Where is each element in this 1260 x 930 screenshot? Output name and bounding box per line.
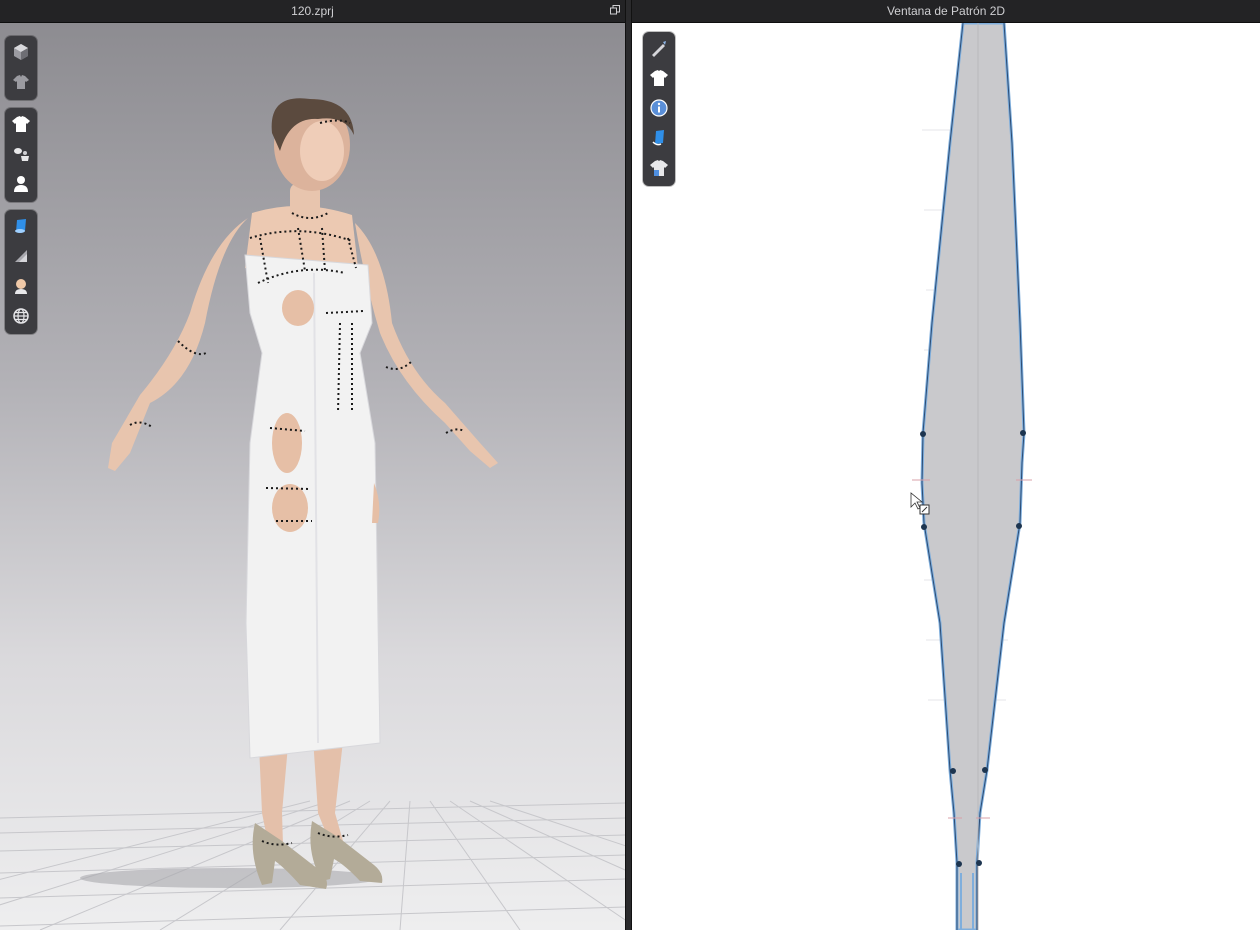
garment-display-icon[interactable]: [8, 69, 34, 95]
pane-splitter[interactable]: [625, 0, 632, 930]
pattern-canvas: [910, 23, 1032, 930]
cube-view-icon[interactable]: [8, 39, 34, 65]
2d-window-title: Ventana de Patrón 2D: [886, 4, 1006, 18]
info-icon[interactable]: [646, 95, 672, 121]
3d-window-title: 120.zprj: [291, 4, 334, 18]
skin-icon[interactable]: [8, 273, 34, 299]
3d-toolbar-render-group: [5, 210, 37, 334]
3d-viewport[interactable]: [0, 23, 625, 930]
pattern-piece: [920, 23, 1026, 930]
shirt-icon[interactable]: [8, 111, 34, 137]
2d-window-titlebar: Ventana de Patrón 2D: [632, 0, 1260, 23]
shirt-icon[interactable]: [646, 65, 672, 91]
fabric-paint-icon[interactable]: [646, 125, 672, 151]
3d-toolbar-avatar-group: [5, 108, 37, 202]
2d-toolbar: [643, 32, 675, 186]
surface-icon[interactable]: [8, 243, 34, 269]
restore-window-icon[interactable]: [610, 5, 620, 15]
pattern-shirt-icon[interactable]: [646, 155, 672, 181]
fabric-texture-icon[interactable]: [8, 213, 34, 239]
3d-toolbar-view-group: [5, 36, 37, 100]
2d-pattern-viewport[interactable]: [632, 23, 1260, 930]
2d-pattern-window: Ventana de Patrón 2D: [632, 0, 1260, 930]
3d-scene: [0, 98, 625, 930]
3d-window: 120.zprj: [0, 0, 625, 930]
pen-tool-icon[interactable]: [646, 35, 672, 61]
3d-window-titlebar: 120.zprj: [0, 0, 625, 23]
globe-icon[interactable]: [8, 303, 34, 329]
avatar-accessories-icon[interactable]: [8, 141, 34, 167]
avatar-icon[interactable]: [8, 171, 34, 197]
